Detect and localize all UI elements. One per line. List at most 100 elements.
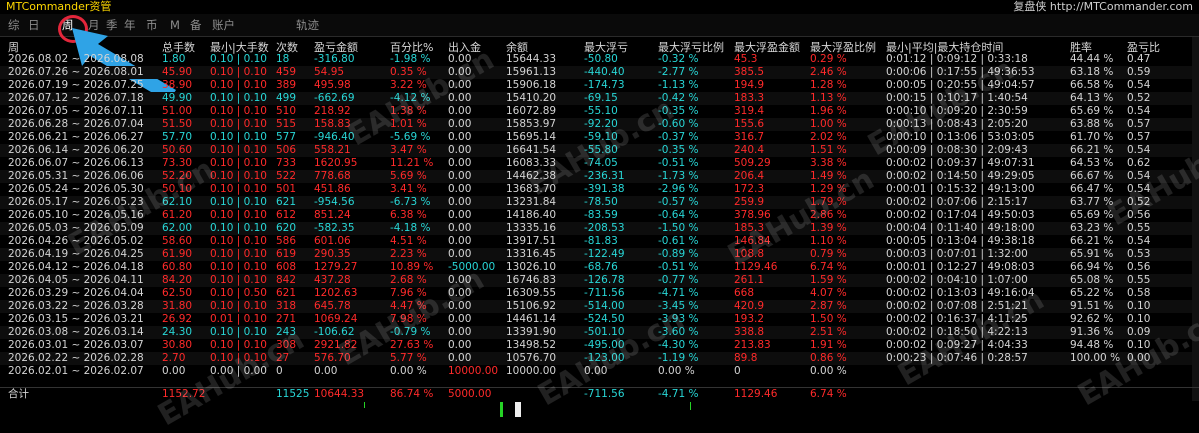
table-cell: 612 <box>276 209 297 221</box>
table-cell: 1279.27 <box>314 261 358 273</box>
table-cell: 0.58 <box>1127 287 1151 299</box>
table-row[interactable]: 2026.02.01 ~ 2026.02.07 0.00 0.00 | 0.00 0 0… <box>0 365 1199 378</box>
table-row[interactable]: 2026.06.14 ~ 2026.06.20 50.60 0.10 | 0.10 5… <box>0 144 1199 157</box>
table-row[interactable]: 2026.05.31 ~ 2026.06.06 52.20 0.10 | 0.10 5… <box>0 170 1199 183</box>
table-cell: 0.00 <box>448 183 472 195</box>
table-cell: 44.44 % <box>1070 53 1114 65</box>
table-cell: -662.69 <box>314 92 355 104</box>
table-cell: -122.49 <box>584 248 625 260</box>
table-cell: -0.79 % <box>390 326 431 338</box>
table-cell: 2.68 % <box>390 274 427 286</box>
table-cell: 66.67 % <box>1070 170 1114 182</box>
table-cell: -0.35 % <box>658 105 699 117</box>
table-cell: 316.7 <box>734 131 765 143</box>
table-row[interactable]: 2026.03.01 ~ 2026.03.07 30.80 0.10 | 0.10 3… <box>0 339 1199 352</box>
table-row[interactable]: 2026.03.22 ~ 2026.03.28 31.80 0.10 | 0.10 3… <box>0 300 1199 313</box>
table-cell: 0.10 | 0.10 <box>210 248 267 260</box>
table-cell: 2.51 % <box>810 326 847 338</box>
table-cell: -316.80 <box>314 53 355 65</box>
table-cell: -3.45 % <box>658 300 699 312</box>
table-cell: 5.77 % <box>390 352 427 364</box>
table-row[interactable]: 2026.04.05 ~ 2026.04.11 84.20 0.10 | 0.10 8… <box>0 274 1199 287</box>
table-row[interactable]: 2026.05.24 ~ 2026.05.30 50.10 0.10 | 0.10 5… <box>0 183 1199 196</box>
table-cell: -4.71 % <box>658 287 699 299</box>
table-row[interactable]: 2026.05.03 ~ 2026.05.09 62.00 0.10 | 0.10 6… <box>0 222 1199 235</box>
table-cell: 0:00:02 | 0:16:37 | 4:11:25 <box>886 313 1028 325</box>
table-cell: 0.10 | 0.10 <box>210 339 267 351</box>
table-cell: 2026.07.26 ~ 2026.08.01 <box>8 66 144 78</box>
table-row[interactable]: 2026.04.12 ~ 2026.04.18 60.80 0.10 | 0.10 6… <box>0 261 1199 274</box>
totals-cell: 1152.72 <box>162 388 206 400</box>
table-cell: 0.00 % <box>658 365 695 377</box>
tab-10[interactable]: 轨迹 <box>296 17 319 33</box>
table-row[interactable]: 2026.02.22 ~ 2026.02.28 2.70 0.10 | 0.10 27… <box>0 352 1199 365</box>
table-cell: 2026.05.31 ~ 2026.06.06 <box>8 170 144 182</box>
table-row[interactable]: 2026.07.26 ~ 2026.08.01 45.90 0.10 | 0.10 4… <box>0 66 1199 79</box>
table-cell: 558.21 <box>314 144 351 156</box>
scrollbar[interactable] <box>1192 37 1199 417</box>
table-cell: 318 <box>276 300 297 312</box>
table-cell: 2026.07.19 ~ 2026.07.25 <box>8 79 144 91</box>
tab-1[interactable]: 日 <box>28 17 40 33</box>
table-cell: 0 <box>276 365 283 377</box>
table-cell: 0.00 <box>448 118 472 130</box>
table-cell: 2026.05.10 ~ 2026.05.16 <box>8 209 144 221</box>
table-cell: 0.10 | 0.10 <box>210 222 267 234</box>
totals-cell: -711.56 <box>584 388 625 400</box>
table-row[interactable]: 2026.05.10 ~ 2026.05.16 61.20 0.10 | 0.10 6… <box>0 209 1199 222</box>
table-cell: 0.00 <box>448 313 472 325</box>
table-row[interactable]: 2026.07.19 ~ 2026.07.25 38.90 0.10 | 0.10 3… <box>0 79 1199 92</box>
table-cell: 243 <box>276 326 297 338</box>
table-cell: 621 <box>276 287 297 299</box>
table-cell: -92.20 <box>584 118 618 130</box>
table-cell: 0.10 | 0.10 <box>210 53 267 65</box>
table-cell: 0.56 <box>1127 209 1151 221</box>
table-cell: 0.00 <box>448 79 472 91</box>
table-row[interactable]: 2026.08.02 ~ 2026.08.08 1.80 0.10 | 0.10 18… <box>0 53 1199 66</box>
table-cell: 27.63 % <box>390 339 434 351</box>
tab-8[interactable]: 备 <box>190 17 202 33</box>
table-cell: -4.12 % <box>390 92 431 104</box>
table-cell: 0.10 | 0.10 <box>210 131 267 143</box>
totals-cell: 86.74 % <box>390 388 434 400</box>
table-cell: 1.38 % <box>390 105 427 117</box>
table-row[interactable]: 2026.07.12 ~ 2026.07.18 49.90 0.10 | 0.10 4… <box>0 92 1199 105</box>
table-cell: 64.13 % <box>1070 92 1114 104</box>
table-cell: 0.00 <box>448 144 472 156</box>
table-cell: 619 <box>276 248 297 260</box>
table-cell: 0.57 <box>1127 131 1151 143</box>
table-cell: 0.00 <box>448 222 472 234</box>
table-cell: 261.1 <box>734 274 765 286</box>
table-cell: 0.54 <box>1127 183 1151 195</box>
table-row[interactable]: 2026.04.26 ~ 2026.05.02 58.60 0.10 | 0.10 5… <box>0 235 1199 248</box>
table-cell: 0.10 | 0.10 <box>210 352 267 364</box>
table-cell: 91.36 % <box>1070 326 1114 338</box>
table-row[interactable]: 2026.05.17 ~ 2026.05.23 62.10 0.10 | 0.10 6… <box>0 196 1199 209</box>
table-cell: 3.38 % <box>810 157 847 169</box>
table-cell: 0.00 <box>1127 352 1151 364</box>
table-cell: 10000.00 <box>448 365 499 377</box>
tab-9[interactable]: 账户 <box>212 17 235 33</box>
table-cell: 4.47 % <box>390 300 427 312</box>
table-cell: 0.00 <box>448 170 472 182</box>
table-row[interactable]: 2026.03.15 ~ 2026.03.21 26.92 0.01 | 0.10 2… <box>0 313 1199 326</box>
table-cell: 27 <box>276 352 290 364</box>
table-row[interactable]: 2026.06.21 ~ 2026.06.27 57.70 0.10 | 0.10 5… <box>0 131 1199 144</box>
table-cell: 0:00:02 | 0:07:08 | 2:51:21 <box>886 300 1028 312</box>
table-row[interactable]: 2026.03.08 ~ 2026.03.14 24.30 0.10 | 0.10 2… <box>0 326 1199 339</box>
table-cell: 2026.07.12 ~ 2026.07.18 <box>8 92 144 104</box>
table-cell: 2026.04.26 ~ 2026.05.02 <box>8 235 144 247</box>
table-cell: -4.30 % <box>658 339 699 351</box>
table-cell: 100.00 % <box>1070 352 1121 364</box>
table-row[interactable]: 2026.03.29 ~ 2026.04.04 62.50 0.10 | 0.50 6… <box>0 287 1199 300</box>
table-row[interactable]: 2026.04.19 ~ 2026.04.25 61.90 0.10 | 0.10 6… <box>0 248 1199 261</box>
table-cell: 1.28 % <box>810 79 847 91</box>
table-cell: 499 <box>276 92 297 104</box>
table-cell: 61.70 % <box>1070 131 1114 143</box>
totals-row: 合计 1152.72 11525 10644.33 86.74 % 5000.00 -711… <box>0 387 1199 401</box>
table-row[interactable]: 2026.06.07 ~ 2026.06.13 73.30 0.10 | 0.10 7… <box>0 157 1199 170</box>
table-row[interactable]: 2026.07.05 ~ 2026.07.11 51.00 0.10 | 0.10 5… <box>0 105 1199 118</box>
tab-0[interactable]: 综 <box>8 17 20 33</box>
table-cell: -0.60 % <box>658 118 699 130</box>
table-row[interactable]: 2026.06.28 ~ 2026.07.04 51.50 0.10 | 0.10 5… <box>0 118 1199 131</box>
